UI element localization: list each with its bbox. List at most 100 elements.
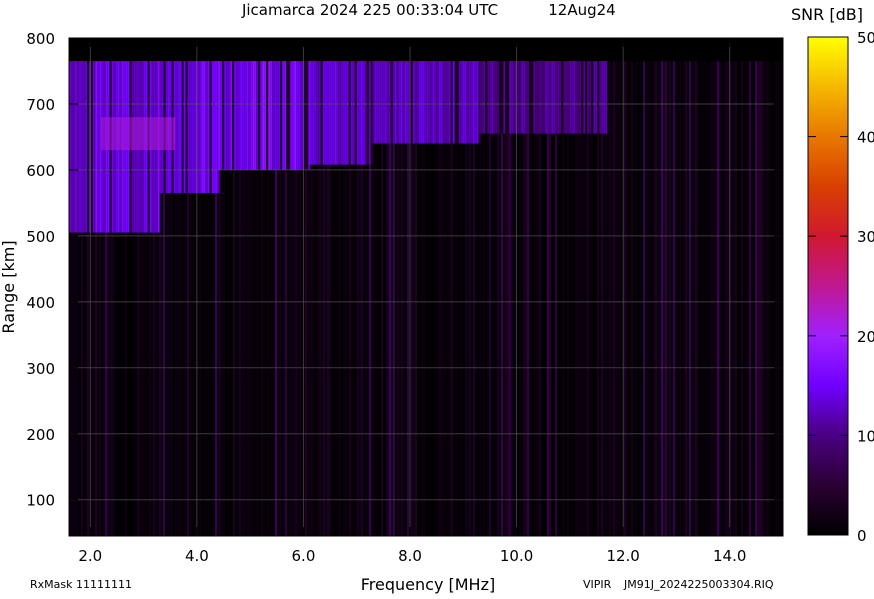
noise-streak (627, 61, 629, 536)
echo-column (320, 61, 323, 165)
echo-column (396, 61, 399, 144)
noise-streak (767, 61, 769, 536)
echo-column (83, 61, 85, 233)
echo-column (569, 61, 572, 134)
echo-column (211, 61, 214, 194)
echo-column (330, 61, 333, 165)
noise-streak (629, 61, 631, 536)
echo-column (509, 61, 512, 134)
noise-streak (741, 61, 743, 536)
noise-streak (649, 61, 651, 536)
echo-column (605, 61, 608, 134)
echo-column (555, 61, 558, 134)
echo-column (458, 61, 461, 144)
noise-streak (689, 61, 691, 536)
noise-streak (757, 61, 759, 536)
echo-column (597, 61, 600, 134)
echo-column (573, 61, 576, 134)
echo-column (418, 61, 421, 144)
echo-column (354, 61, 357, 165)
echo-column (464, 61, 467, 144)
echo-column (525, 61, 528, 134)
y-axis-title: Range [km] (0, 240, 18, 333)
x-axis-title: Frequency [MHz] (361, 575, 495, 594)
noise-streak (687, 61, 689, 536)
echo-column (342, 61, 345, 165)
echo-column (378, 61, 381, 144)
noise-streak (617, 61, 619, 536)
noise-streak (753, 61, 755, 536)
echo-column (523, 61, 526, 134)
noise-streak (745, 61, 747, 536)
echo-column (340, 61, 343, 165)
echo-column (360, 61, 363, 165)
echo-column (519, 61, 522, 134)
noise-streak (717, 61, 719, 536)
noise-streak (769, 61, 771, 536)
noise-streak (703, 61, 705, 536)
echo-column (414, 61, 417, 144)
echo-column (306, 61, 309, 170)
echo-column (394, 61, 397, 144)
echo-column (191, 61, 194, 194)
echo-column (246, 61, 249, 170)
echo-column (499, 61, 502, 134)
echo-column (350, 61, 353, 165)
echo-column (232, 61, 235, 170)
echo-column (517, 61, 520, 134)
echo-column (288, 61, 291, 170)
echo-column (280, 61, 283, 170)
noise-streak (631, 61, 633, 536)
noise-streak (683, 61, 685, 536)
noise-streak (721, 61, 723, 536)
echo-column (599, 61, 602, 134)
noise-streak (727, 61, 729, 536)
echo-column (181, 61, 184, 194)
heatmap-layer (69, 61, 783, 536)
echo-column (432, 61, 435, 144)
noise-streak (611, 61, 613, 536)
noise-streak (725, 61, 727, 536)
echo-column (551, 61, 554, 134)
echo-column (557, 61, 560, 134)
echo-column (601, 61, 604, 134)
echo-column (296, 61, 299, 170)
noise-streak (665, 61, 667, 536)
noise-streak (633, 61, 635, 536)
echo-column (390, 61, 393, 144)
echo-column (79, 61, 81, 233)
echo-column (392, 61, 395, 144)
echo-column (201, 61, 204, 194)
ionogram-chart: 2.0 4.0 6.0 8.0 10.0 12.0 14.0 100 200 300 400 500… (0, 0, 874, 595)
echo-column (364, 61, 367, 165)
echo-column (472, 61, 475, 144)
echo-column (336, 61, 339, 165)
echo-column (404, 61, 407, 144)
noise-streak (657, 61, 659, 536)
colorbar-tick-label: 10 (857, 427, 874, 445)
echo-column (215, 61, 218, 194)
x-tick-label: 8.0 (398, 547, 422, 565)
echo-column (218, 61, 221, 170)
x-tick-label: 2.0 (78, 547, 102, 565)
echo-column (476, 61, 479, 144)
x-tick-label: 10.0 (500, 547, 533, 565)
echo-column (535, 61, 538, 134)
echo-column (434, 61, 437, 144)
noise-streak (641, 61, 643, 536)
noise-streak (723, 61, 725, 536)
echo-column (595, 61, 598, 134)
x-tick-label: 12.0 (606, 547, 639, 565)
y-tick-label: 500 (26, 228, 55, 246)
echo-column (503, 61, 506, 134)
echo-column (410, 61, 413, 144)
filename-label: JM91J_2024225003304.RIQ (623, 578, 774, 591)
echo-column (264, 61, 267, 170)
echo-column (567, 61, 570, 134)
echo-column (290, 61, 293, 170)
echo-column (294, 61, 297, 170)
x-tick-label: 4.0 (185, 547, 209, 565)
y-tick-labels: 100 200 300 400 500 600 700 800 (26, 30, 55, 510)
echo-column (603, 61, 606, 134)
echo-column (282, 61, 285, 170)
